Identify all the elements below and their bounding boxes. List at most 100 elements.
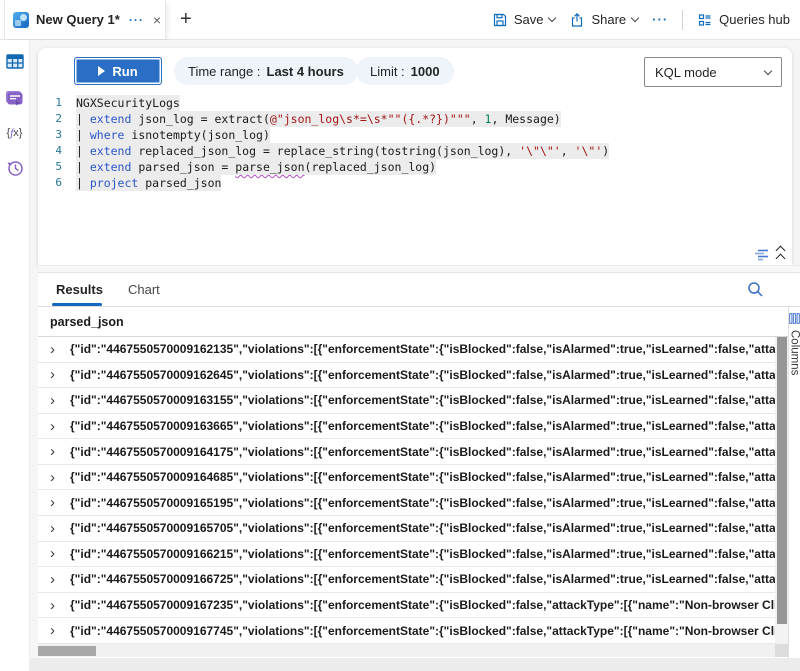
left-sidebar: {fx} [0, 40, 30, 671]
columns-panel-toggle[interactable]: Columns [788, 307, 800, 658]
code-text: | extend replaced_json_log = replace_str… [76, 143, 609, 159]
row-json-text: {"id":"4467550570009167235","violations"… [70, 598, 775, 612]
recall-results-icon[interactable] [754, 247, 771, 262]
code-line[interactable]: 5| extend parsed_json = parse_json(repla… [38, 159, 778, 175]
save-label: Save [514, 12, 544, 27]
table-row[interactable]: ›{"id":"4467550570009167745","violations… [38, 618, 775, 644]
table-row[interactable]: ›{"id":"4467550570009164685","violations… [38, 465, 775, 491]
editor-corner-controls [754, 247, 784, 262]
table-row[interactable]: ›{"id":"4467550570009166215","violations… [38, 542, 775, 568]
row-json-text: {"id":"4467550570009162645","violations"… [70, 368, 775, 382]
vertical-scrollbar[interactable] [775, 337, 788, 644]
time-range-label: Time range : [188, 64, 261, 79]
expand-row-icon[interactable]: › [50, 623, 70, 638]
code-text: | extend json_log = extract(@"json_log\s… [76, 111, 561, 127]
queries-hub-button[interactable]: Queries hub [697, 12, 790, 28]
query-history-icon[interactable] [6, 159, 24, 177]
vertical-scrollbar-thumb[interactable] [777, 337, 787, 624]
results-tabs-row: Results Chart [38, 273, 800, 307]
horizontal-scrollbar[interactable] [38, 644, 775, 657]
time-range-picker[interactable]: Time range : Last 4 hours [174, 57, 358, 85]
table-row[interactable]: ›{"id":"4467550570009165705","violations… [38, 516, 775, 542]
table-row[interactable]: ›{"id":"4467550570009166725","violations… [38, 567, 775, 593]
expand-row-icon[interactable]: › [50, 419, 70, 434]
code-line[interactable]: 4| extend replaced_json_log = replace_st… [38, 143, 778, 159]
row-json-text: {"id":"4467550570009165195","violations"… [70, 496, 775, 510]
horizontal-scrollbar-thumb[interactable] [38, 646, 96, 656]
limit-value: 1000 [411, 64, 440, 79]
tab-close-icon[interactable]: × [153, 12, 161, 28]
line-number: 6 [38, 175, 76, 191]
row-json-text: {"id":"4467550570009166215","violations"… [70, 547, 775, 561]
functions-icon[interactable]: {fx} [7, 127, 23, 139]
row-json-text: {"id":"4467550570009164685","violations"… [70, 470, 775, 484]
mode-chevron-down-icon [764, 66, 772, 74]
code-line[interactable]: 2| extend json_log = extract(@"json_log\… [38, 111, 778, 127]
table-row[interactable]: ›{"id":"4467550570009167235","violations… [38, 593, 775, 619]
expand-row-icon[interactable]: › [50, 470, 70, 485]
run-button[interactable]: Run [74, 57, 162, 85]
code-line[interactable]: 6| project parsed_json [38, 175, 778, 191]
table-row[interactable]: ›{"id":"4467550570009165195","violations… [38, 490, 775, 516]
table-row[interactable]: ›{"id":"4467550570009163155","violations… [38, 388, 775, 414]
topbar-actions: Save Share ··· Queries hub [492, 0, 790, 39]
table-row[interactable]: ›{"id":"4467550570009162135","violations… [38, 337, 775, 363]
expand-row-icon[interactable]: › [50, 521, 70, 536]
table-row[interactable]: ›{"id":"4467550570009164175","violations… [38, 439, 775, 465]
columns-icon [789, 313, 800, 324]
query-tab-title: New Query 1* [36, 12, 120, 27]
share-label: Share [591, 12, 626, 27]
row-json-text: {"id":"4467550570009163155","violations"… [70, 393, 775, 407]
query-mode-select[interactable]: KQL mode [644, 57, 782, 87]
columns-panel-label: Columns [789, 330, 800, 375]
active-tab-underline [52, 303, 102, 306]
save-chevron-down-icon[interactable] [548, 14, 556, 22]
share-button[interactable]: Share [569, 12, 638, 28]
row-json-text: {"id":"4467550570009165705","violations"… [70, 521, 775, 535]
tab-results[interactable]: Results [56, 273, 103, 306]
collapse-editor-icon[interactable] [777, 247, 784, 262]
time-range-value: Last 4 hours [267, 64, 344, 79]
share-chevron-down-icon[interactable] [631, 14, 639, 22]
row-json-text: {"id":"4467550570009164175","violations"… [70, 445, 775, 459]
expand-row-icon[interactable]: › [50, 342, 70, 357]
expand-row-icon[interactable]: › [50, 444, 70, 459]
kql-editor[interactable]: 1NGXSecurityLogs2| extend json_log = ext… [38, 95, 778, 191]
top-bar: New Query 1* ··· × + Save Share ··· [0, 0, 800, 40]
code-line[interactable]: 3| where isnotempty(json_log) [38, 127, 778, 143]
saved-scripts-icon[interactable] [5, 90, 24, 107]
tables-icon[interactable] [6, 54, 24, 70]
panel-splitter[interactable]: ··· [38, 265, 800, 273]
new-tab-button[interactable]: + [180, 8, 192, 31]
more-actions-button[interactable]: ··· [652, 12, 668, 27]
queries-hub-icon [697, 12, 713, 28]
expand-row-icon[interactable]: › [50, 546, 70, 561]
tab-more-icon[interactable]: ··· [129, 13, 144, 27]
line-number: 5 [38, 159, 76, 175]
table-row[interactable]: ›{"id":"4467550570009163665","violations… [38, 414, 775, 440]
save-button[interactable]: Save [492, 12, 556, 28]
expand-row-icon[interactable]: › [50, 393, 70, 408]
expand-row-icon[interactable]: › [50, 598, 70, 613]
table-row[interactable]: ›{"id":"4467550570009162645","violations… [38, 363, 775, 389]
save-icon [492, 12, 508, 28]
topbar-divider [682, 10, 683, 30]
results-grid: ›{"id":"4467550570009162135","violations… [38, 337, 775, 644]
search-icon[interactable] [747, 281, 764, 298]
row-json-text: {"id":"4467550570009166725","violations"… [70, 572, 775, 586]
line-number: 3 [38, 127, 76, 143]
expand-row-icon[interactable]: › [50, 367, 70, 382]
expand-row-icon[interactable]: › [50, 495, 70, 510]
limit-label: Limit : [370, 64, 405, 79]
code-text: NGXSecurityLogs [76, 95, 180, 111]
code-line[interactable]: 1NGXSecurityLogs [38, 95, 778, 111]
scrollbar-corner [775, 644, 788, 657]
limit-picker[interactable]: Limit : 1000 [356, 57, 454, 85]
queries-hub-label: Queries hub [719, 12, 790, 27]
query-tab[interactable]: New Query 1* ··· × [4, 0, 166, 39]
row-json-text: {"id":"4467550570009162135","violations"… [70, 342, 775, 356]
tab-chart[interactable]: Chart [128, 273, 160, 306]
expand-row-icon[interactable]: › [50, 572, 70, 587]
row-json-text: {"id":"4467550570009163665","violations"… [70, 419, 775, 433]
column-header-parsed-json[interactable]: parsed_json [38, 307, 788, 337]
